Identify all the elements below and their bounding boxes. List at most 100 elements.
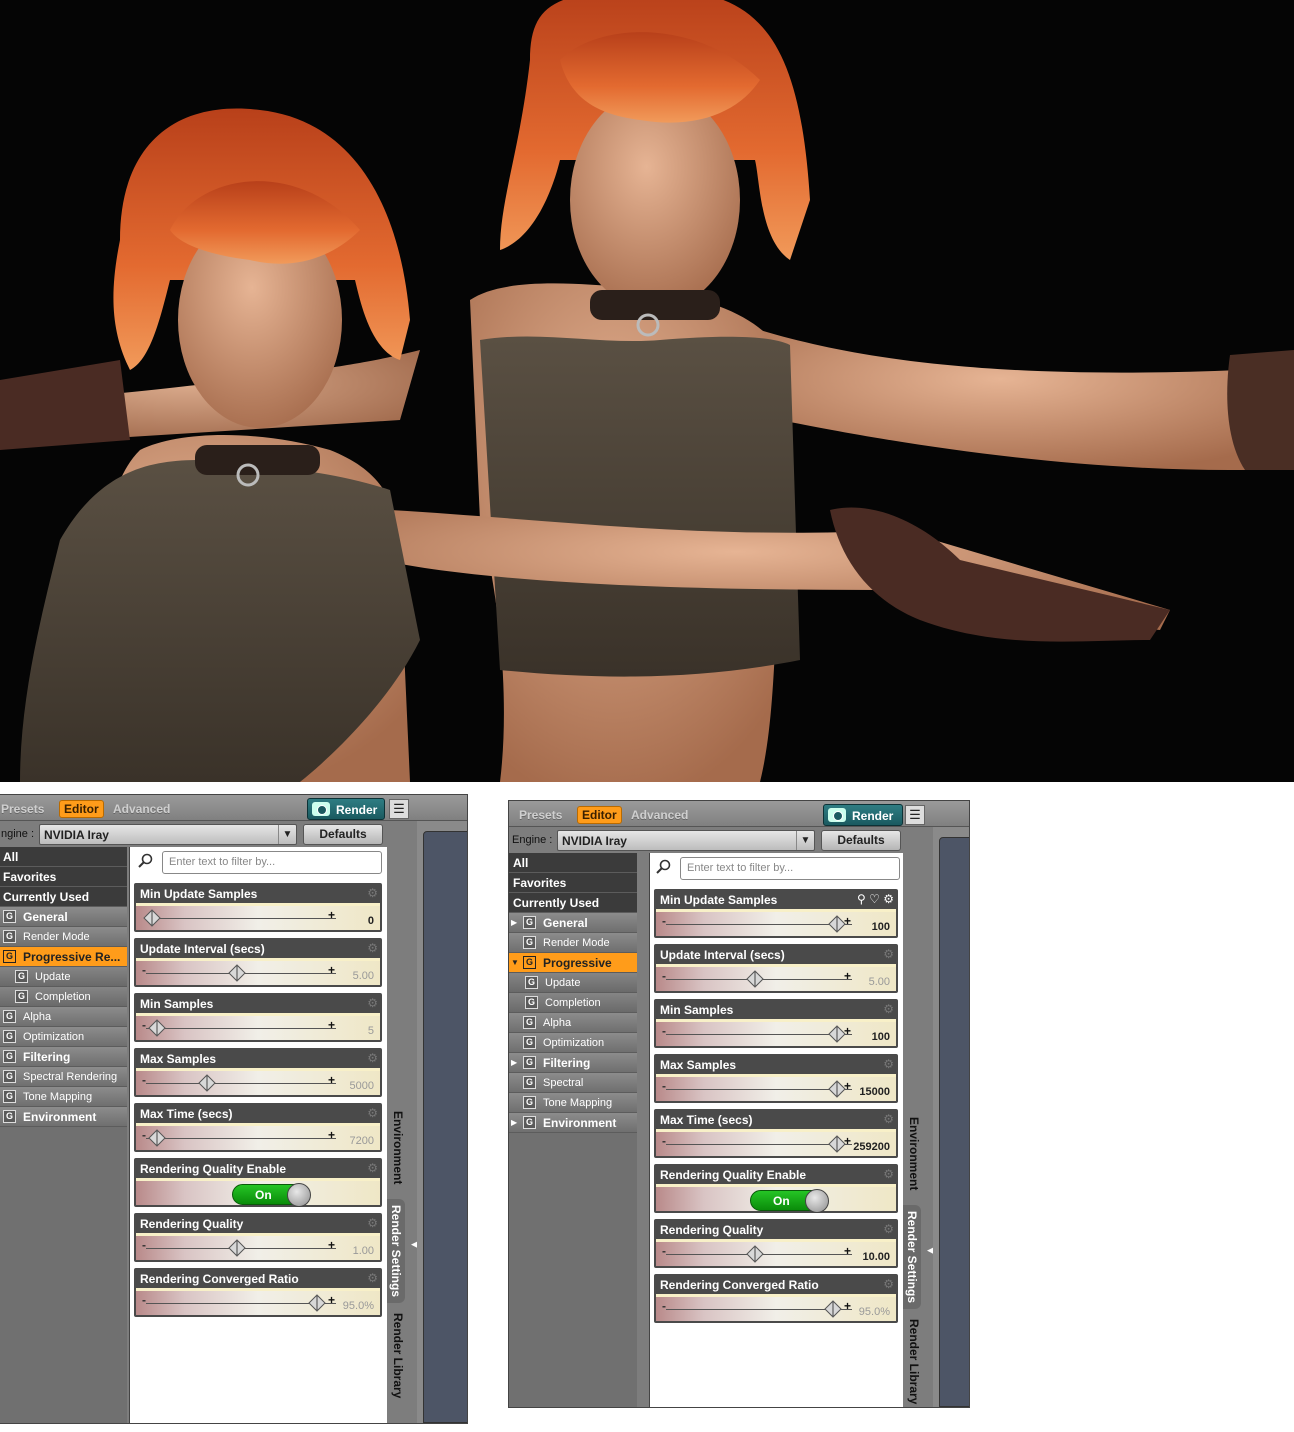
- side-tab-render-library[interactable]: Render Library: [907, 1319, 921, 1404]
- category-general[interactable]: ▶ G General: [509, 913, 637, 933]
- filter-currently-used[interactable]: Currently Used: [509, 893, 637, 913]
- defaults-button[interactable]: Defaults: [821, 830, 901, 851]
- category-filtering[interactable]: ▶ G Filtering: [509, 1053, 637, 1073]
- toggle-switch[interactable]: On: [232, 1183, 311, 1207]
- gear-icon[interactable]: ⚙: [367, 1051, 378, 1065]
- slider-value[interactable]: 15000: [859, 1086, 890, 1098]
- filter-input[interactable]: Enter text to filter by...: [162, 851, 382, 874]
- minus-icon[interactable]: -: [662, 1024, 666, 1038]
- slider-value[interactable]: 5.00: [353, 970, 374, 982]
- slider-track[interactable]: - +15000: [656, 1074, 896, 1101]
- slider-track[interactable]: On: [136, 1178, 380, 1207]
- category-completion[interactable]: G Completion: [0, 987, 127, 1007]
- category-progressive-re[interactable]: G Progressive Re...: [0, 947, 127, 967]
- minus-icon[interactable]: -: [662, 1299, 666, 1313]
- plus-icon[interactable]: +: [328, 908, 335, 922]
- gear-icon[interactable]: ⚙: [367, 1161, 378, 1175]
- gear-icon[interactable]: ⚙: [367, 941, 378, 955]
- side-tab-environment[interactable]: Environment: [391, 1111, 405, 1184]
- gear-icon[interactable]: ⚙: [883, 1057, 894, 1071]
- slider-track[interactable]: - +5: [136, 1013, 380, 1040]
- filter-currently-used[interactable]: Currently Used: [0, 887, 127, 907]
- slider-track[interactable]: - +10.00: [656, 1239, 896, 1266]
- slider-track[interactable]: - +100: [656, 909, 896, 936]
- slider-track[interactable]: +0: [136, 903, 380, 930]
- slider-value[interactable]: 10.00: [862, 1251, 890, 1263]
- slider-value[interactable]: 1.00: [353, 1245, 374, 1257]
- category-spectral-rendering[interactable]: GSpectral Rendering: [509, 1073, 637, 1109]
- slider-thumb[interactable]: [828, 1135, 846, 1153]
- slider-track[interactable]: - +95.0%: [136, 1288, 380, 1315]
- category-optimization[interactable]: G Optimization: [0, 1027, 127, 1047]
- slider-track[interactable]: - +259200: [656, 1129, 896, 1156]
- side-tab-environment[interactable]: Environment: [907, 1117, 921, 1190]
- slider-track[interactable]: - +7200: [136, 1123, 380, 1150]
- panel-menu-icon[interactable]: ☰: [905, 805, 925, 825]
- slider-value[interactable]: 5: [368, 1025, 374, 1037]
- slider-track[interactable]: - +1.00: [136, 1233, 380, 1260]
- plus-icon[interactable]: +: [328, 1293, 335, 1307]
- category-update[interactable]: G Update: [509, 973, 637, 993]
- gear-icon[interactable]: ⚙: [883, 1002, 894, 1016]
- gear-icon[interactable]: ⚙: [883, 1277, 894, 1291]
- plus-icon[interactable]: +: [328, 1073, 335, 1087]
- slider-value[interactable]: 100: [872, 1031, 890, 1043]
- toggle-knob[interactable]: [287, 1183, 311, 1207]
- plus-icon[interactable]: +: [328, 1018, 335, 1032]
- minus-icon[interactable]: -: [662, 1079, 666, 1093]
- plus-icon[interactable]: +: [328, 963, 335, 977]
- category-tone-mapping[interactable]: G Tone Mapping: [509, 1093, 637, 1113]
- slider-value[interactable]: 5.00: [869, 976, 890, 988]
- plus-icon[interactable]: +: [844, 1299, 851, 1313]
- filter-all[interactable]: All: [0, 847, 127, 867]
- category-environment[interactable]: G Environment: [0, 1107, 127, 1127]
- minus-icon[interactable]: -: [142, 1073, 146, 1087]
- slider-value[interactable]: 95.0%: [859, 1306, 890, 1318]
- tab-presets[interactable]: Presets: [519, 808, 562, 822]
- slider-value[interactable]: 95.0%: [343, 1300, 374, 1312]
- slider-thumb[interactable]: [228, 964, 246, 982]
- tab-advanced[interactable]: Advanced: [113, 802, 170, 816]
- gear-icon[interactable]: ⚙: [883, 1167, 894, 1181]
- minus-icon[interactable]: -: [142, 963, 146, 977]
- gear-icon[interactable]: ⚙: [367, 1216, 378, 1230]
- slider-track[interactable]: - +5.00: [656, 964, 896, 991]
- category-filtering[interactable]: G Filtering: [0, 1047, 127, 1067]
- engine-select[interactable]: NVIDIA Iray ▼: [39, 824, 297, 845]
- side-tab-render-settings[interactable]: Render Settings: [903, 1205, 921, 1310]
- filter-input[interactable]: Enter text to filter by...: [680, 857, 900, 880]
- toggle-knob[interactable]: [805, 1189, 829, 1213]
- category-progressive-re[interactable]: ▼GProgressive Re...: [509, 953, 637, 990]
- minus-icon[interactable]: -: [142, 1238, 146, 1252]
- slider-value[interactable]: 5000: [350, 1080, 374, 1092]
- slider-thumb[interactable]: [746, 1245, 764, 1263]
- tab-editor[interactable]: Editor: [577, 806, 622, 824]
- category-tone-mapping[interactable]: G Tone Mapping: [0, 1087, 127, 1107]
- slider-track[interactable]: - +5.00: [136, 958, 380, 985]
- gear-icon[interactable]: ⚙: [367, 996, 378, 1010]
- defaults-button[interactable]: Defaults: [303, 824, 383, 845]
- slider-thumb[interactable]: [828, 1080, 846, 1098]
- filter-favorites[interactable]: Favorites: [0, 867, 127, 887]
- filter-favorites[interactable]: Favorites: [509, 873, 637, 893]
- property-options-icon[interactable]: ⚲ ♡ ⚙: [857, 892, 894, 906]
- slider-track[interactable]: On: [656, 1184, 896, 1213]
- slider-thumb[interactable]: [828, 915, 846, 933]
- gear-icon[interactable]: ⚙: [883, 1222, 894, 1236]
- plus-icon[interactable]: +: [328, 1238, 335, 1252]
- expand-arrow-icon[interactable]: ▶: [511, 1053, 517, 1073]
- minus-icon[interactable]: -: [662, 969, 666, 983]
- toggle-switch[interactable]: On: [750, 1189, 829, 1213]
- slider-value[interactable]: 7200: [350, 1135, 374, 1147]
- slider-thumb[interactable]: [228, 1239, 246, 1257]
- slider-thumb[interactable]: [148, 1019, 166, 1037]
- minus-icon[interactable]: -: [142, 1128, 146, 1142]
- minus-icon[interactable]: -: [662, 1134, 666, 1148]
- category-update[interactable]: G Update: [0, 967, 127, 987]
- category-completion[interactable]: G Completion: [509, 993, 637, 1013]
- category-alpha[interactable]: G Alpha: [509, 1013, 637, 1033]
- slider-thumb[interactable]: [746, 970, 764, 988]
- render-button[interactable]: Render: [307, 798, 385, 820]
- expand-arrow-icon[interactable]: ▶: [511, 913, 517, 933]
- slider-value[interactable]: 0: [368, 915, 374, 927]
